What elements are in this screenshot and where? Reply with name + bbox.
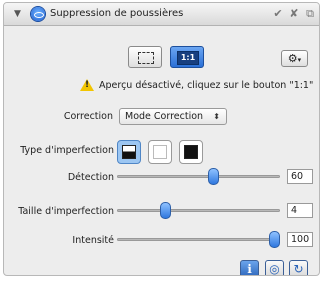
info-button[interactable]: ℹ [240, 260, 259, 276]
detection-label: Détection [67, 172, 114, 183]
imperfection-size-slider-track[interactable] [117, 209, 280, 212]
black-swatch-icon [184, 145, 198, 159]
imperfection-size-value-field[interactable]: 4 [287, 203, 313, 218]
imperfection-white-button[interactable] [148, 140, 172, 164]
half-white-half-black-swatch-icon [122, 145, 136, 159]
warning-message: Aperçu désactivé, cliquez sur le bouton … [99, 80, 314, 91]
correction-value: Mode Correction [125, 111, 204, 122]
intensity-slider-track[interactable] [117, 238, 280, 241]
info-icon: ℹ [247, 262, 252, 276]
one-to-one-label: 1:1 [177, 51, 199, 65]
reset-icon: ↻ [293, 262, 304, 276]
dust-removal-panel: ▼ Suppression de poussières ✔ ✘ ⧉ 1:1 ⚙▾… [3, 2, 320, 276]
imperfection-black-button[interactable] [179, 140, 203, 164]
detection-slider-track[interactable] [117, 175, 280, 178]
checkmark-icon[interactable]: ✔ [271, 7, 285, 21]
reset-button[interactable]: ↻ [289, 260, 308, 276]
white-swatch-icon [153, 145, 167, 159]
select-arrows-icon: ⬍ [213, 112, 220, 121]
panel-titlebar: ▼ Suppression de poussières ✔ ✘ ⧉ [4, 3, 319, 26]
gear-menu-button[interactable]: ⚙▾ [281, 50, 308, 67]
panel-menu-icon[interactable]: ⧉ [303, 7, 317, 21]
panel-title: Suppression de poussières [50, 8, 184, 19]
imperfection-size-slider-knob[interactable] [159, 202, 171, 219]
correction-label: Correction [63, 111, 113, 122]
preview-icon: ◎ [269, 262, 280, 276]
gear-icon: ⚙ [287, 52, 298, 65]
correction-select[interactable]: Mode Correction ⬍ [119, 108, 227, 125]
intensity-slider-knob[interactable] [269, 231, 280, 248]
eye-toggle-icon[interactable] [31, 7, 45, 21]
one-to-one-button[interactable]: 1:1 [170, 46, 204, 68]
disclosure-triangle-icon[interactable]: ▼ [14, 9, 21, 19]
imperfection-mixed-button[interactable] [117, 140, 141, 164]
intensity-value-field[interactable]: 100 [287, 232, 313, 247]
close-icon[interactable]: ✘ [287, 7, 301, 21]
detection-value-field[interactable]: 60 [287, 169, 313, 184]
warning-icon [80, 79, 94, 91]
imperfection-type-label: Type d'imperfection [20, 145, 114, 156]
imperfection-size-label: Taille d'imperfection [18, 206, 114, 217]
fit-view-button[interactable] [128, 46, 162, 68]
intensity-label: Intensité [72, 235, 114, 246]
preview-button[interactable]: ◎ [265, 260, 284, 276]
detection-slider-knob[interactable] [208, 168, 220, 185]
